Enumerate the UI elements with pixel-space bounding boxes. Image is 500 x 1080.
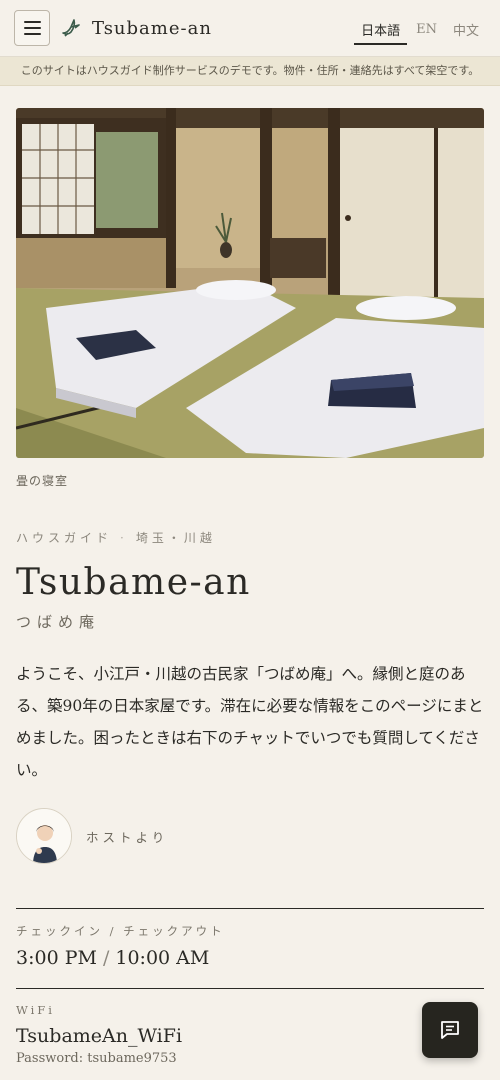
swallow-icon	[60, 17, 82, 39]
time-separator: /	[102, 947, 110, 969]
checkin-times: 3:00 PM/10:00 AM	[16, 947, 484, 969]
site-header: Tsubame-an 日本語 EN 中文	[0, 0, 500, 57]
checkin-time: 3:00 PM	[16, 947, 97, 969]
checkin-section: チェックイン / チェックアウト 3:00 PM/10:00 AM	[16, 908, 484, 988]
checkout-time: 10:00 AM	[115, 947, 210, 969]
intro-text: ようこそ、小江戸・川越の古民家「つばめ庵」へ。縁側と庭のある、築90年の日本家屋…	[16, 665, 484, 779]
page-title: Tsubame-an	[16, 562, 251, 603]
demo-notice: このサイトはハウスガイド制作サービスのデモです。物件・住所・連絡先はすべて架空で…	[0, 57, 500, 86]
lang-en[interactable]: EN	[409, 14, 444, 43]
menu-button[interactable]	[14, 10, 50, 46]
site-brand[interactable]: Tsubame-an	[92, 18, 212, 39]
host-label: ホストより	[86, 829, 169, 845]
guide-eyebrow: ハウスガイド · 埼玉・川越	[16, 529, 484, 546]
wifi-password: Password: tsubame9753	[16, 1051, 177, 1066]
wifi-section: WiFi TsubameAn_WiFi Password: tsubame975…	[16, 988, 484, 1066]
language-switcher: 日本語 EN 中文	[352, 0, 486, 56]
host-section: ホストより	[16, 808, 484, 864]
eyebrow-location: 埼玉・川越	[135, 531, 216, 545]
host-avatar	[16, 808, 72, 864]
eyebrow-dot: ·	[120, 531, 128, 545]
hero-image	[16, 108, 484, 458]
hamburger-icon-line	[23, 33, 41, 35]
hero-caption: 畳の寝室	[16, 474, 69, 488]
chat-button[interactable]	[422, 1002, 478, 1058]
wifi-network: TsubameAn_WiFi	[16, 1025, 183, 1047]
page-subtitle: つばめ庵	[16, 613, 101, 631]
chat-icon	[441, 1021, 459, 1039]
eyebrow-category: ハウスガイド	[16, 531, 113, 545]
lang-zh[interactable]: 中文	[446, 12, 486, 45]
hamburger-icon-line	[23, 27, 41, 29]
lang-ja[interactable]: 日本語	[354, 12, 408, 45]
hamburger-icon	[23, 21, 41, 23]
checkin-label: チェックイン / チェックアウト	[16, 924, 225, 938]
wifi-label: WiFi	[16, 1003, 55, 1017]
